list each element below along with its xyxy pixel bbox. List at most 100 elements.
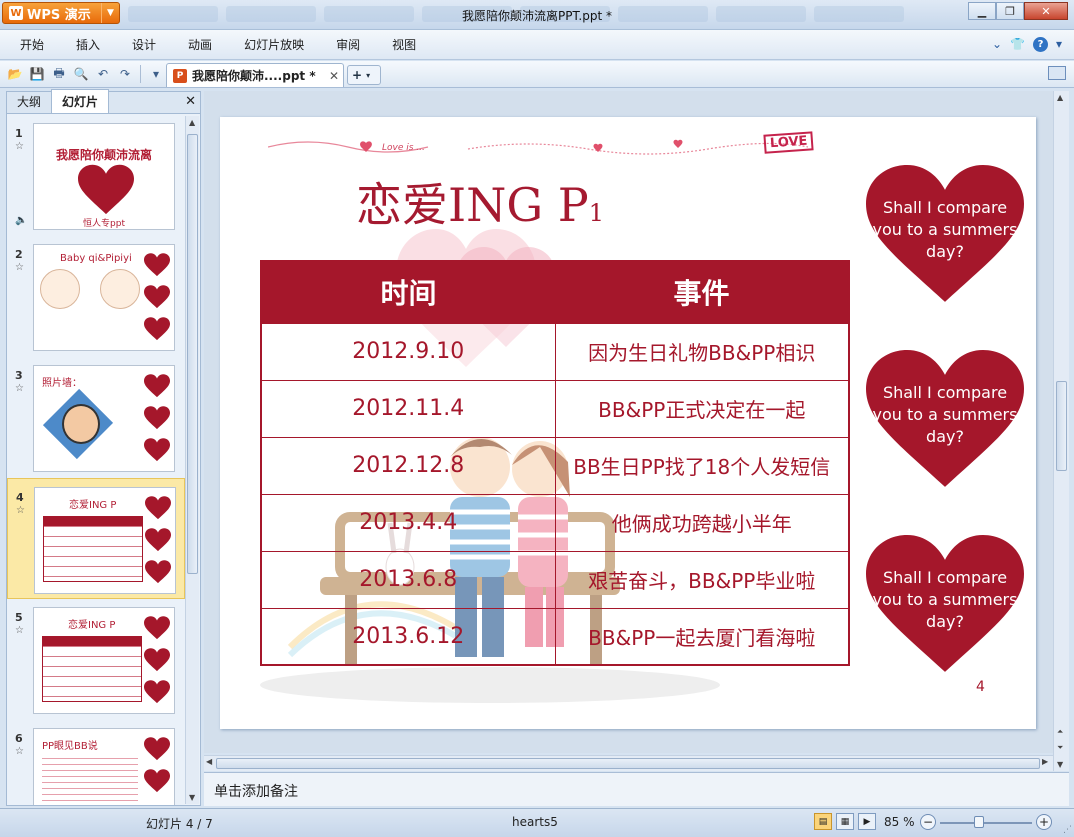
heart-quote-1[interactable]: Shall I compare you to a summers day?: [866, 165, 1024, 305]
heart-quote-3[interactable]: Shall I compare you to a summers day?: [866, 535, 1024, 675]
thumbnail-title: Baby qi&Pipiyi: [60, 253, 132, 264]
slide-thumbnail-4[interactable]: 4 ☆ 恋爱ING P: [7, 478, 185, 599]
menu-design[interactable]: 设计: [116, 36, 172, 53]
slide-title-subscript: 1: [588, 199, 605, 227]
help-icon[interactable]: ?: [1032, 37, 1048, 52]
heart-icon: [144, 374, 170, 398]
window-layout-icon[interactable]: [1048, 66, 1066, 80]
current-slide[interactable]: Love is ... LOVE 恋爱ING P1 时间 事件 2012.9.1…: [220, 117, 1036, 729]
animation-star-icon: ☆: [15, 625, 24, 636]
scroll-down-icon[interactable]: ▼: [1057, 760, 1063, 769]
table-cell-event: BB&PP一起去厦门看海啦: [554, 607, 850, 666]
print-icon[interactable]: 🖶: [50, 65, 68, 83]
slide-title-main: 恋爱ING P: [355, 178, 589, 232]
minimize-button[interactable]: ▁: [968, 2, 996, 20]
heart-icon: [145, 496, 171, 520]
heart-icon: [144, 285, 170, 309]
animation-star-icon: ☆: [16, 505, 25, 516]
slide-number: 6: [15, 732, 23, 745]
notes-pane[interactable]: 单击添加备注: [204, 772, 1069, 806]
collapse-ribbon-icon[interactable]: ⌄: [992, 37, 1002, 52]
thumbnail-image: 恋爱ING P: [33, 607, 175, 714]
restore-button[interactable]: ❐: [996, 2, 1024, 20]
slide-thumbnail-5[interactable]: 5 ☆ 恋爱ING P: [7, 599, 185, 720]
table-cell-date: 2012.12.8: [260, 436, 556, 495]
slide-horizontal-scrollbar[interactable]: ◀ ▶: [204, 755, 1053, 771]
zoom-level[interactable]: 85 %: [884, 815, 915, 829]
slide-vertical-scrollbar[interactable]: ▲ ⏶ ⏷ ▼: [1053, 91, 1069, 771]
slide-sorter-button[interactable]: ▦: [836, 813, 854, 830]
menu-right-tools: ⌄ 👕 ? ▾: [992, 37, 1062, 52]
menu-insert[interactable]: 插入: [60, 36, 116, 53]
tab-slides[interactable]: 幻灯片: [51, 89, 110, 113]
thumbnail-scrollbar[interactable]: ▲ ▼: [185, 116, 199, 804]
thumbnail-image: 照片墙：: [33, 365, 175, 472]
zoom-in-button[interactable]: +: [1036, 814, 1052, 830]
scroll-up-icon[interactable]: ▲: [189, 118, 195, 127]
zoom-slider-handle[interactable]: [973, 816, 984, 828]
customize-toolbar-icon[interactable]: ▾: [147, 65, 165, 83]
love-banner-decoration: [268, 139, 809, 155]
cartoon-avatar: [40, 269, 80, 309]
scroll-down-icon[interactable]: ▼: [189, 793, 195, 802]
thumbnail-subtitle: 恒人专ppt: [83, 219, 125, 229]
heart-icon: [144, 737, 170, 761]
close-panel-icon[interactable]: ✕: [185, 94, 196, 109]
help-dropdown-icon[interactable]: ▾: [1056, 37, 1062, 52]
zoom-slider-track[interactable]: [940, 822, 1032, 824]
love-is-caption: Love is ...: [382, 143, 425, 153]
undo-icon[interactable]: ↶: [94, 65, 112, 83]
menu-review[interactable]: 审阅: [320, 36, 376, 53]
slide-thumbnail-2[interactable]: 2 ☆ Baby qi&Pipiyi: [7, 236, 185, 357]
heart-icon: [144, 317, 170, 341]
status-bar: 幻灯片 4 / 7 hearts5 ▤ ▦ ▶ 85 % − + ⋰: [0, 808, 1074, 837]
slide-thumbnail-3[interactable]: 3 ☆ 照片墙：: [7, 357, 185, 478]
document-tab[interactable]: P 我愿陪你颠沛....ppt * ✕: [166, 63, 344, 87]
slide-thumbnail-6[interactable]: 6 ☆ PP眼见BB说: [7, 720, 185, 805]
scroll-right-icon[interactable]: ▶: [1042, 757, 1048, 766]
new-tab-button[interactable]: + ▾: [347, 65, 381, 85]
previous-slide-icon[interactable]: ⏶: [1057, 727, 1063, 737]
chevron-down-icon[interactable]: ▾: [366, 71, 370, 80]
print-preview-icon[interactable]: 🔍: [72, 65, 90, 83]
scrollbar-thumb[interactable]: [216, 758, 1040, 769]
notes-placeholder: 单击添加备注: [214, 784, 298, 800]
animation-star-icon: ☆: [15, 141, 24, 152]
menu-view[interactable]: 视图: [376, 36, 432, 53]
theme-name: hearts5: [512, 815, 558, 829]
scrollbar-thumb[interactable]: [1056, 381, 1067, 471]
close-window-button[interactable]: ✕: [1024, 2, 1068, 20]
view-buttons: ▤ ▦ ▶: [814, 813, 876, 830]
scroll-up-icon[interactable]: ▲: [1057, 93, 1063, 102]
resize-grip-icon[interactable]: ⋰: [1063, 825, 1072, 835]
scroll-left-icon[interactable]: ◀: [206, 757, 212, 766]
next-slide-icon[interactable]: ⏷: [1057, 743, 1063, 753]
table-row: 2013.6.8 艰苦奋斗，BB&PP毕业啦: [260, 550, 850, 609]
menu-home[interactable]: 开始: [0, 36, 60, 53]
heart-icon: [144, 253, 170, 277]
slide-title[interactable]: 恋爱ING P1: [220, 169, 740, 235]
heart-icon: [144, 438, 170, 462]
thumbnail-title: PP眼见BB说: [42, 741, 98, 752]
thumbnail-table: [43, 516, 143, 582]
timeline-table[interactable]: 时间 事件 2012.9.10 因为生日礼物BB&PP相识 2012.11.4 …: [260, 260, 850, 666]
open-folder-icon[interactable]: 📂: [6, 65, 24, 83]
thumbnail-image: 我愿陪你颠沛流离 恒人专ppt: [33, 123, 175, 230]
slide-number: 1: [15, 127, 23, 140]
zoom-out-button[interactable]: −: [920, 814, 936, 830]
skin-shirt-icon[interactable]: 👕: [1010, 37, 1025, 52]
normal-view-button[interactable]: ▤: [814, 813, 832, 830]
save-icon[interactable]: 💾: [28, 65, 46, 83]
scrollbar-thumb[interactable]: [187, 134, 198, 574]
menu-slideshow[interactable]: 幻灯片放映: [228, 36, 320, 53]
animation-star-icon: ☆: [15, 383, 24, 394]
redo-icon[interactable]: ↷: [116, 65, 134, 83]
table-cell-event: BB生日PP找了18个人发短信: [554, 436, 850, 495]
close-tab-icon[interactable]: ✕: [329, 69, 339, 83]
slideshow-button[interactable]: ▶: [858, 813, 876, 830]
heart-quote-text: Shall I compare you to a summers day?: [872, 568, 1018, 631]
heart-quote-2[interactable]: Shall I compare you to a summers day?: [866, 350, 1024, 490]
slide-thumbnail-1[interactable]: 1 ☆ 🔈 我愿陪你颠沛流离 恒人专ppt: [7, 115, 185, 236]
menu-animation[interactable]: 动画: [172, 36, 228, 53]
tab-outline[interactable]: 大纲: [7, 90, 51, 113]
